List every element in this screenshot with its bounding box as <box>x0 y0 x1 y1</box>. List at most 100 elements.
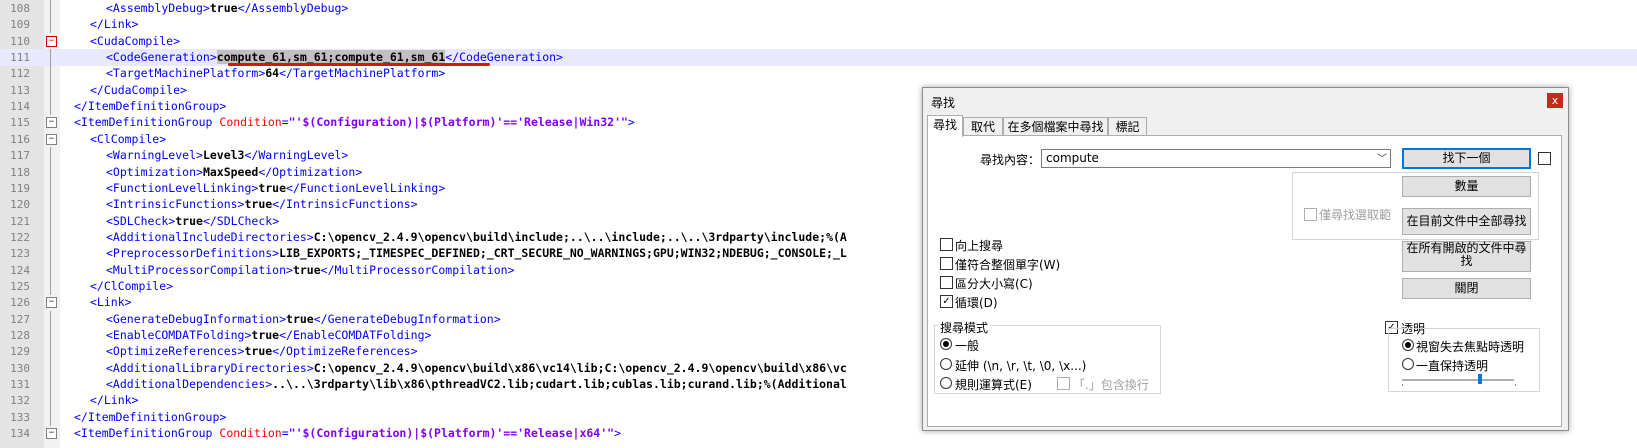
code-line[interactable]: 108 <AssemblyDebug>true</AssemblyDebug> <box>0 0 1637 17</box>
code-text: </Link> <box>90 16 138 33</box>
code-token: </AssemblyDebug> <box>237 1 349 15</box>
backward-checkbox[interactable] <box>940 238 953 251</box>
fold-toggle-icon[interactable]: − <box>46 35 57 47</box>
whole-word-checkbox[interactable] <box>940 257 953 270</box>
fold-guide-line <box>50 49 51 67</box>
line-number: 116 <box>10 132 30 146</box>
line-number: 130 <box>10 361 30 375</box>
code-line[interactable]: 112 <TargetMachinePlatform>64</TargetMach… <box>0 65 1637 83</box>
line-number: 115 <box>10 116 30 130</box>
code-text: <ItemDefinitionGroup Condition="'$(Confi… <box>74 425 621 442</box>
tab-mark[interactable]: 標記 <box>1108 117 1147 136</box>
code-token: true <box>244 197 273 212</box>
code-token: </ItemDefinitionGroup> <box>74 99 227 114</box>
close-icon[interactable]: x <box>1547 93 1563 108</box>
fold-toggle-icon[interactable]: − <box>46 428 57 440</box>
code-text: <FunctionLevelLinking>true</FunctionLeve… <box>106 180 445 197</box>
tab-replace[interactable]: 取代 <box>963 117 1003 136</box>
code-token: true <box>286 311 314 326</box>
match-case-checkbox[interactable] <box>940 276 953 289</box>
fold-guide-line <box>50 196 51 214</box>
fold-guide-line <box>50 408 51 426</box>
line-number: 133 <box>10 410 30 424</box>
code-token: </CodeGeneration> <box>445 50 563 65</box>
fold-guide-line <box>50 98 51 116</box>
match-case-label: 區分大小寫(C) <box>955 277 1033 291</box>
wrap-checkbox[interactable]: ✓ <box>940 295 953 308</box>
line-number: 124 <box>10 263 30 277</box>
chevron-down-icon[interactable]: ﹀ <box>1377 150 1387 165</box>
mode-normal-radio[interactable] <box>940 338 952 350</box>
fold-toggle-icon[interactable]: − <box>46 297 57 309</box>
count-button[interactable]: 數量 <box>1402 176 1531 197</box>
mode-extended-radio[interactable] <box>940 358 952 370</box>
line-number: 122 <box>10 230 30 244</box>
code-token: LIB_EXPORTS;_TIMESPEC_DEFINED;_CRT_SECUR… <box>279 246 847 261</box>
find-next-button[interactable]: 找下一個 <box>1402 148 1531 169</box>
code-token: <CodeGeneration> <box>106 50 217 65</box>
in-selection-checkbox[interactable] <box>1304 208 1317 221</box>
extra-checkbox[interactable] <box>1538 152 1551 165</box>
code-text: <AdditionalLibraryDirectories>C:\opencv_… <box>106 360 847 377</box>
code-token: Condition <box>219 115 282 130</box>
fold-guide-line <box>50 343 51 361</box>
code-token: true <box>258 180 287 195</box>
code-token: true <box>209 1 238 15</box>
line-number: 118 <box>10 165 30 179</box>
fold-toggle-icon[interactable]: − <box>46 133 57 145</box>
code-text: <AdditionalDependencies>..\..\3rdparty\l… <box>106 376 847 393</box>
code-token: <AdditionalDependencies> <box>106 377 273 392</box>
code-text: <CudaCompile> <box>90 33 180 50</box>
code-token: </GenerateDebugInformation> <box>313 311 501 326</box>
tab-find-in-files[interactable]: 在多個檔案中尋找 <box>1003 117 1108 136</box>
code-token: <SDLCheck> <box>106 213 176 228</box>
find-all-in-current-button[interactable]: 在目前文件中全部尋找 <box>1402 208 1531 235</box>
dot-newline-checkbox[interactable] <box>1057 377 1070 390</box>
code-text: </ItemDefinitionGroup> <box>74 409 226 426</box>
code-text: <TargetMachinePlatform>64</TargetMachine… <box>106 65 445 82</box>
code-token: "'$(Configuration)|$(Platform)'=='Releas… <box>288 115 628 130</box>
transparency-always-radio[interactable] <box>1402 358 1414 370</box>
close-button[interactable]: 關閉 <box>1402 278 1531 299</box>
tab-find[interactable]: 尋找 <box>927 115 963 137</box>
code-token: 64 <box>265 66 280 81</box>
line-number: 112 <box>10 67 30 81</box>
fold-guide-line <box>50 376 51 394</box>
fold-guide-line <box>50 261 51 279</box>
line-number: 121 <box>10 214 30 228</box>
code-token: <IntrinsicFunctions> <box>106 197 245 212</box>
code-text: <AdditionalIncludeDirectories>C:\opencv_… <box>106 229 847 246</box>
transparency-slider-thumb[interactable] <box>1478 374 1483 384</box>
code-token: </Optimization> <box>258 164 363 179</box>
code-token: <Link> <box>90 295 132 310</box>
code-text: <PreprocessorDefinitions>LIB_EXPORTS;_TI… <box>106 245 847 262</box>
transparency-slider-ticks <box>1402 384 1516 386</box>
code-token: </Link> <box>90 393 139 408</box>
line-number: 127 <box>10 312 30 326</box>
find-dialog: 尋找 x 尋找 取代 在多個檔案中尋找 標記 尋找內容： compute ﹀ 找… <box>922 87 1569 431</box>
fold-guide-line <box>50 310 51 328</box>
code-token: </OptimizeReferences> <box>272 344 418 359</box>
line-number: 125 <box>10 279 30 293</box>
code-text: <IntrinsicFunctions>true</IntrinsicFunct… <box>106 196 418 213</box>
line-number: 120 <box>10 198 30 212</box>
transparency-lose-focus-radio[interactable] <box>1402 339 1414 351</box>
code-text: <Optimization>MaxSpeed</Optimization> <box>106 164 362 181</box>
fold-guide-line <box>50 212 51 230</box>
fold-guide-line <box>50 163 51 181</box>
line-number: 123 <box>10 247 30 261</box>
search-match-highlight: compute_61,sm_61;compute_61,sm_61 <box>216 50 446 65</box>
code-line[interactable]: 109 </Link> <box>0 16 1637 34</box>
code-token: Condition <box>219 426 282 441</box>
mode-regex-label: 規則運算式(E) <box>955 378 1032 392</box>
fold-guide-line <box>50 179 51 197</box>
fold-toggle-icon[interactable]: − <box>46 117 57 129</box>
code-token: <CudaCompile> <box>90 33 181 48</box>
find-all-in-open-button[interactable]: 在所有開啟的文件中尋找 <box>1402 241 1531 272</box>
mode-regex-radio[interactable] <box>940 377 952 389</box>
find-what-input[interactable]: compute ﹀ <box>1041 149 1391 168</box>
code-line[interactable]: 110 − <CudaCompile> <box>0 33 1637 50</box>
code-text: </ItemDefinitionGroup> <box>74 98 226 115</box>
transparency-slider-track[interactable] <box>1402 379 1514 381</box>
fold-guide-line <box>50 81 51 99</box>
